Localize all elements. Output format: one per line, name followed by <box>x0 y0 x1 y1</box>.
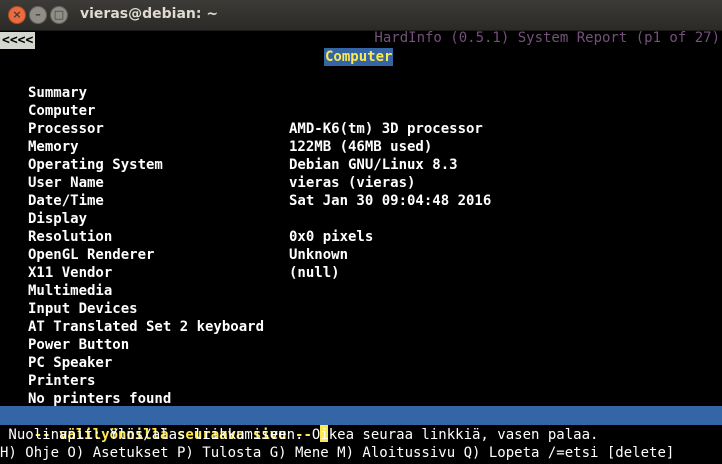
row-label: Input Devices <box>28 301 138 317</box>
minimize-window-button[interactable]: – <box>29 6 47 24</box>
row-label: AT Translated Set 2 keyboard <box>28 319 265 335</box>
current-page-link[interactable]: Computer <box>324 48 394 66</box>
report-row: Operating System Debian GNU/Linux 8.3 <box>0 156 722 174</box>
report-title: HardInfo (0.5.1) System Report (p1 of 27… <box>374 30 720 46</box>
help-line-commands: H) Ohje O) Asetukset P) Tulosta G) Mene … <box>0 445 675 461</box>
window-title: vieras@debian: ~ <box>80 6 219 22</box>
row-label: X11 Vendor <box>28 265 113 281</box>
row-value: Debian GNU/Linux 8.3 <box>289 157 458 173</box>
row-value: AMD-K6(tm) 3D processor <box>289 121 483 137</box>
row-label: PC Speaker <box>28 355 113 371</box>
row-label: Operating System <box>28 157 163 173</box>
report-row: AT Translated Set 2 keyboard <box>0 318 722 336</box>
row-label: Summary <box>28 85 88 101</box>
report-row: Summary <box>0 84 722 102</box>
row-label: Memory <box>28 139 79 155</box>
report-row: User Name vieras (vieras) <box>0 174 722 192</box>
row-value: 122MB (46MB used) <box>289 139 433 155</box>
row-label: Date/Time <box>28 193 104 209</box>
row-label: Processor <box>28 121 104 137</box>
window-titlebar[interactable]: × – □ vieras@debian: ~ <box>0 0 722 31</box>
report-row: Computer <box>0 102 722 120</box>
report-row: Display <box>0 210 722 228</box>
row-label: OpenGL Renderer <box>28 247 155 263</box>
row-value: (null) <box>289 265 340 281</box>
report-row: Printers <box>0 372 722 390</box>
terminal-area[interactable]: <<<< HardInfo (0.5.1) System Report (p1 … <box>0 30 722 462</box>
close-window-button[interactable]: × <box>8 6 26 24</box>
report-row: Resolution 0x0 pixels <box>0 228 722 246</box>
row-label: User Name <box>28 175 104 191</box>
row-label: Display <box>28 211 88 227</box>
row-label: Computer <box>28 103 96 119</box>
maximize-window-button[interactable]: □ <box>50 6 68 24</box>
row-value: Sat Jan 30 09:04:48 2016 <box>289 193 492 209</box>
help-line-navigation: Nuolinapit: Ylös/alas liikkumiseen. Oike… <box>0 427 599 443</box>
report-row: PC Speaker <box>0 354 722 372</box>
report-row: Date/Time Sat Jan 30 09:04:48 2016 <box>0 192 722 210</box>
back-link[interactable]: <<<< <box>0 32 36 49</box>
row-label: Multimedia <box>28 283 113 299</box>
report-row: Memory 122MB (46MB used) <box>0 138 722 156</box>
report-row: Power Button <box>0 336 722 354</box>
report-row: X11 Vendor (null) <box>0 264 722 282</box>
report-row: Processor AMD-K6(tm) 3D processor <box>0 120 722 138</box>
row-value: 0x0 pixels <box>289 229 374 245</box>
row-label: Power Button <box>28 337 130 353</box>
row-value: vieras (vieras) <box>289 175 416 191</box>
status-bar: -- välilyönnillä seuraava sivu -- <box>0 406 722 443</box>
row-label: Printers <box>28 373 96 389</box>
row-label: Resolution <box>28 229 113 245</box>
report-row: OpenGL Renderer Unknown <box>0 246 722 264</box>
report-row: Multimedia <box>0 282 722 300</box>
report-row: Input Devices <box>0 300 722 318</box>
row-value: Unknown <box>289 247 349 263</box>
